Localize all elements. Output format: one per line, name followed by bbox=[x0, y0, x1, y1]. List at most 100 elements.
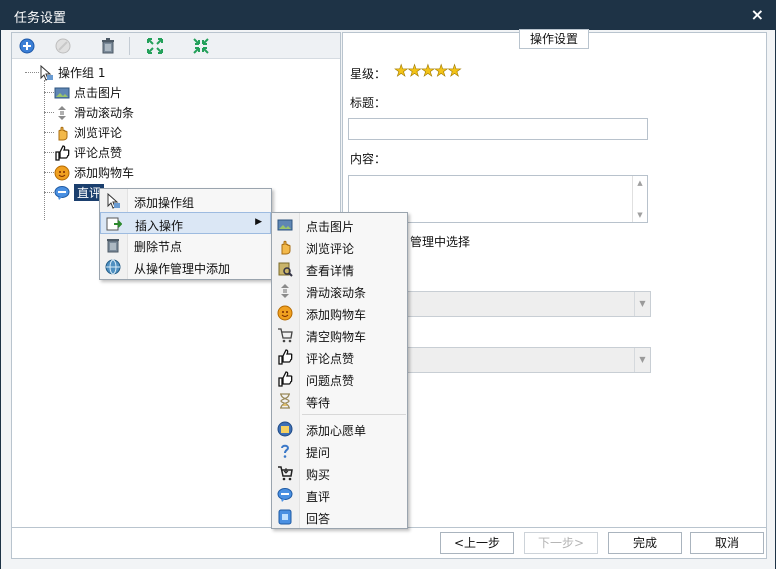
select-field-1[interactable]: ▼ bbox=[405, 291, 651, 317]
submenu-item[interactable]: 问题点赞 bbox=[272, 368, 407, 390]
cancel-button[interactable]: 取消 bbox=[690, 532, 764, 554]
submenu-item[interactable]: 回答 bbox=[272, 506, 407, 528]
title-bar: 任务设置 × bbox=[0, 0, 776, 30]
expand-icon[interactable] bbox=[146, 37, 164, 55]
prev-button[interactable]: <上一步 bbox=[440, 532, 514, 554]
tree-node-label: 评论点赞 bbox=[74, 146, 123, 160]
submenu-item[interactable]: 点击图片 bbox=[272, 214, 407, 236]
tree-toolbar bbox=[12, 33, 340, 59]
add-icon[interactable] bbox=[18, 37, 36, 55]
submenu-item[interactable]: 购买 bbox=[272, 462, 407, 484]
submenu-item-label: 点击图片 bbox=[306, 220, 355, 234]
tree-node-root[interactable]: 操作组 1 bbox=[38, 63, 105, 82]
select-field-2[interactable]: ▼ bbox=[405, 347, 651, 373]
context-menu: 添加操作组 插入操作 ▶ 删除节点 从操作管理中添加 bbox=[99, 188, 272, 280]
chevron-down-icon[interactable]: ▼ bbox=[634, 348, 650, 372]
close-icon[interactable]: × bbox=[751, 5, 764, 24]
submenu-item-label: 滑动滚动条 bbox=[306, 286, 367, 300]
tree-node-label: 浏览评论 bbox=[74, 126, 123, 140]
scrollbar[interactable]: ▲ ▼ bbox=[632, 176, 647, 222]
tree-line bbox=[44, 192, 54, 193]
menu-item-delete-node[interactable]: 删除节点 bbox=[100, 234, 271, 256]
footer-bar: <上一步 下一步> 完成 取消 bbox=[11, 528, 767, 559]
submenu-item[interactable]: 等待 bbox=[272, 390, 407, 412]
menu-item-label: 添加操作组 bbox=[134, 196, 195, 210]
tree-node[interactable]: 点击图片 bbox=[54, 83, 122, 102]
submenu-item-label: 查看详情 bbox=[306, 264, 355, 278]
buy-cart-icon bbox=[278, 466, 293, 481]
tab-operation-settings[interactable]: 操作设置 bbox=[519, 29, 589, 49]
image-icon bbox=[54, 87, 70, 98]
dialog-body: 操作组 1 点击图片 滑动滚动条 浏览评论 评论点赞 添加购物车 直评 操作设置… bbox=[0, 29, 776, 569]
menu-separator bbox=[302, 414, 406, 415]
thumbs-up-icon bbox=[55, 144, 70, 161]
tree-node[interactable]: 滑动滚动条 bbox=[54, 103, 134, 122]
cart-icon bbox=[278, 328, 293, 343]
submenu-item[interactable]: 直评 bbox=[272, 484, 407, 506]
disabled-icon[interactable] bbox=[54, 37, 72, 55]
details-icon bbox=[278, 262, 293, 277]
collapse-icon[interactable] bbox=[192, 37, 210, 55]
submenu-item-label: 购买 bbox=[306, 468, 331, 482]
menu-item-add-from-management[interactable]: 从操作管理中添加 bbox=[100, 256, 271, 278]
question-icon bbox=[281, 444, 290, 458]
insert-icon bbox=[106, 217, 122, 231]
title-label: 标题： bbox=[350, 96, 387, 110]
title-input[interactable] bbox=[348, 118, 648, 140]
submenu-item-label: 评论点赞 bbox=[306, 352, 355, 366]
tree-node[interactable]: 浏览评论 bbox=[54, 123, 122, 142]
submenu-item[interactable]: 滑动滚动条 bbox=[272, 280, 407, 302]
hourglass-icon bbox=[280, 393, 290, 409]
submenu-item-label: 添加心愿单 bbox=[306, 424, 367, 438]
tree-node-label: 操作组 1 bbox=[58, 66, 106, 80]
scroll-down-icon[interactable]: ▼ bbox=[633, 211, 647, 219]
finish-button[interactable]: 完成 bbox=[608, 532, 682, 554]
star-rating[interactable]: ★★★★★ bbox=[394, 61, 462, 81]
chevron-down-icon[interactable]: ▼ bbox=[634, 292, 650, 316]
tree-line bbox=[44, 92, 54, 93]
next-button[interactable]: 下一步> bbox=[524, 532, 598, 554]
from-management-label: 管理中选择 bbox=[410, 235, 471, 249]
tree-node[interactable]: 评论点赞 bbox=[54, 143, 122, 162]
trash-icon bbox=[107, 239, 119, 253]
cursor-group-icon bbox=[40, 64, 53, 81]
insert-operation-submenu: 点击图片 浏览评论 查看详情 滑动滚动条 添加购物车 清空购物车 评论点赞 问题… bbox=[271, 212, 408, 529]
cursor-group-icon bbox=[107, 193, 120, 209]
image-icon bbox=[277, 219, 293, 231]
scroll-icon bbox=[58, 105, 66, 120]
submenu-item-label: 等待 bbox=[306, 396, 331, 410]
tree-line bbox=[44, 80, 45, 220]
star-label: 星级： bbox=[350, 67, 387, 81]
window-title: 任务设置 bbox=[14, 11, 67, 26]
submenu-item[interactable]: 添加购物车 bbox=[272, 302, 407, 324]
tree-node-selected[interactable]: 直评 bbox=[54, 183, 105, 202]
submenu-item-label: 添加购物车 bbox=[306, 308, 367, 322]
hand-icon bbox=[281, 240, 291, 255]
scroll-icon bbox=[281, 284, 289, 298]
trash-icon[interactable] bbox=[99, 37, 117, 55]
tree-node-label: 添加购物车 bbox=[74, 166, 135, 180]
submenu-item[interactable]: 查看详情 bbox=[272, 258, 407, 280]
submenu-item[interactable]: 添加心愿单 bbox=[272, 418, 407, 440]
submenu-item-label: 清空购物车 bbox=[306, 330, 367, 344]
submenu-item-label: 问题点赞 bbox=[306, 374, 355, 388]
tree-line bbox=[44, 172, 54, 173]
comment-icon bbox=[54, 185, 70, 200]
hand-icon bbox=[58, 126, 68, 140]
comment-icon bbox=[277, 488, 293, 502]
submenu-item[interactable]: 清空购物车 bbox=[272, 324, 407, 346]
menu-item-label: 插入操作 bbox=[135, 219, 184, 233]
submenu-item[interactable]: 提问 bbox=[272, 440, 407, 462]
scroll-up-icon[interactable]: ▲ bbox=[633, 179, 647, 187]
wishlist-icon bbox=[277, 421, 293, 437]
menu-item-add-group[interactable]: 添加操作组 bbox=[100, 190, 271, 212]
submenu-item[interactable]: 浏览评论 bbox=[272, 236, 407, 258]
cart-add-icon bbox=[54, 165, 70, 180]
menu-item-insert-operation[interactable]: 插入操作 ▶ bbox=[100, 212, 271, 234]
tree-line bbox=[44, 132, 54, 133]
tree-node[interactable]: 添加购物车 bbox=[54, 163, 134, 182]
submenu-item[interactable]: 评论点赞 bbox=[272, 346, 407, 368]
content-label: 内容： bbox=[350, 152, 387, 166]
tree-line bbox=[44, 152, 54, 153]
menu-item-label: 从操作管理中添加 bbox=[134, 262, 231, 276]
